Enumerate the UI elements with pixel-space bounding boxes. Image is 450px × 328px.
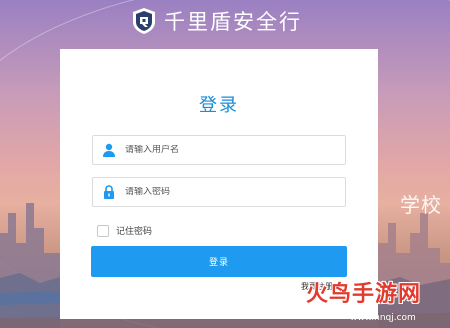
password-input[interactable] (125, 187, 315, 197)
username-input[interactable] (125, 145, 315, 155)
app-title: 千里盾安全行 (164, 10, 302, 34)
user-icon (103, 143, 115, 157)
username-field[interactable] (92, 135, 346, 165)
lock-icon (104, 185, 114, 199)
watermark: 火鸟手游网 www.hnqj.com (306, 276, 446, 326)
shield-logo-icon (133, 8, 155, 34)
checkbox-icon[interactable] (97, 224, 109, 237)
watermark-url: www.hnqj.com (350, 313, 416, 323)
remember-password-option[interactable]: 记住密码 (97, 224, 152, 237)
login-page: 千里盾安全行 学校 登录 记住密码 登录 我要注册< 火鸟手游网 (0, 0, 450, 328)
background-sign-text: 学校 (400, 193, 442, 217)
remember-password-label: 记住密码 (116, 227, 153, 237)
login-title: 登录 (199, 95, 239, 116)
brand-header: 千里盾安全行 (132, 6, 302, 36)
watermark-logo-text: 火鸟手游网 (306, 282, 422, 307)
password-field[interactable] (92, 177, 346, 207)
login-button[interactable]: 登录 (91, 246, 347, 277)
